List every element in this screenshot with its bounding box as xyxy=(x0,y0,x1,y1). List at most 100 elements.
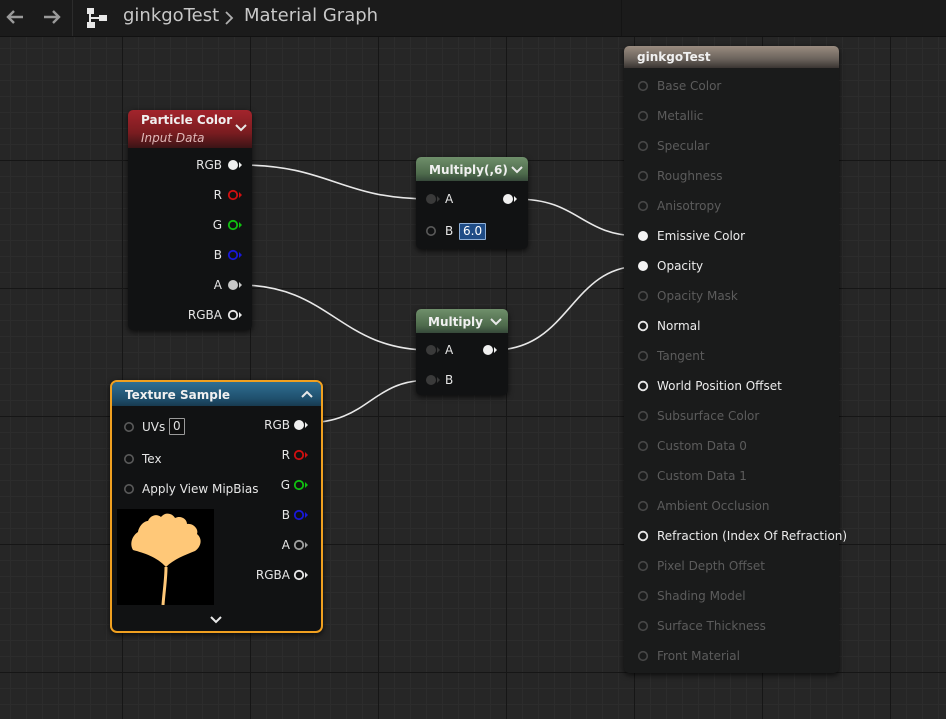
node-title: Particle Color xyxy=(141,113,233,127)
result-pin[interactable] xyxy=(637,470,649,482)
pin-output[interactable] xyxy=(502,193,518,205)
texture-sample-node[interactable]: Texture Sample UVs 0 Tex Apply View MipB… xyxy=(110,380,323,633)
result-pin-label: Opacity Mask xyxy=(657,289,738,303)
particle-color-node[interactable]: Particle Color Input Data RGB R G B A RG… xyxy=(128,110,252,330)
pin-output[interactable] xyxy=(482,344,498,356)
result-pin[interactable] xyxy=(637,620,649,632)
result-pin[interactable] xyxy=(637,560,649,572)
chevron-down-icon[interactable] xyxy=(511,165,523,175)
result-pin-label: Front Material xyxy=(657,649,740,663)
chevron-up-icon[interactable] xyxy=(301,389,313,399)
result-pin[interactable] xyxy=(637,110,649,122)
graph-toolbar: ginkgoTest Material Graph xyxy=(0,0,946,37)
pin-g-output[interactable] xyxy=(227,219,243,231)
result-pin-label: Specular xyxy=(657,139,710,153)
b-value-field[interactable]: 6.0 xyxy=(459,223,487,240)
pin-b-input[interactable] xyxy=(424,374,440,386)
pin-a-input[interactable] xyxy=(424,193,440,205)
result-pin-label: Refraction (Index Of Refraction) xyxy=(657,529,848,543)
result-pin[interactable] xyxy=(637,200,649,212)
pin-rgb-output[interactable] xyxy=(227,159,243,171)
result-pin[interactable] xyxy=(637,500,649,512)
pin-g-output[interactable] xyxy=(293,479,309,491)
result-pin-label: Emissive Color xyxy=(657,229,746,243)
hierarchy-icon[interactable] xyxy=(84,6,110,30)
result-pin-label: Opacity xyxy=(657,259,704,273)
pin-r-output[interactable] xyxy=(227,189,243,201)
pin-label-g: G xyxy=(212,218,222,232)
pin-label-rgb: RGB xyxy=(196,158,222,172)
multiply-6-node[interactable]: Multiply(,6) A B 6.0 xyxy=(416,157,528,249)
pin-uvs-input[interactable] xyxy=(122,421,136,433)
result-pin[interactable] xyxy=(637,350,649,362)
pin-label-b: B xyxy=(445,373,454,387)
pin-label-a: A xyxy=(445,192,454,206)
pin-a-output[interactable] xyxy=(227,279,243,291)
result-pin[interactable] xyxy=(637,320,649,332)
result-pin[interactable] xyxy=(637,410,649,422)
chevron-down-icon[interactable] xyxy=(235,123,247,133)
pin-label-b: B xyxy=(445,224,454,238)
result-pin-label: Metallic xyxy=(657,109,704,123)
uvs-value-field[interactable]: 0 xyxy=(169,418,185,435)
result-pin-label: Normal xyxy=(657,319,701,333)
pin-label-r: R xyxy=(213,188,222,202)
result-pin[interactable] xyxy=(637,170,649,182)
result-pin[interactable] xyxy=(637,140,649,152)
pin-label-uvs: UVs xyxy=(142,420,166,434)
result-pin-label: Ambient Occlusion xyxy=(657,499,770,513)
result-pin[interactable] xyxy=(637,650,649,662)
result-pin-label: Custom Data 0 xyxy=(657,439,747,453)
arrow-right-icon[interactable] xyxy=(40,6,64,28)
result-pin-label: Pixel Depth Offset xyxy=(657,559,765,573)
result-pin-label: Custom Data 1 xyxy=(657,469,747,483)
result-pin-label: Subsurface Color xyxy=(657,409,760,423)
node-title: Multiply xyxy=(428,315,483,329)
result-pin[interactable] xyxy=(637,380,649,392)
pin-label-b: B xyxy=(281,508,290,522)
pin-b-output[interactable] xyxy=(227,249,243,261)
pin-rgba-output[interactable] xyxy=(227,309,243,321)
result-pin-label: Surface Thickness xyxy=(657,619,766,633)
multiply-node[interactable]: Multiply A B xyxy=(416,309,508,395)
pin-label-rgba: RGBA xyxy=(255,568,290,582)
result-pin[interactable] xyxy=(637,590,649,602)
pin-a-output[interactable] xyxy=(293,539,309,551)
chevron-right-icon xyxy=(225,11,234,25)
material-result-node[interactable]: ginkgoTest Base Color Metallic Specular Rou… xyxy=(624,46,847,673)
result-pin-label: Tangent xyxy=(657,349,705,363)
texture-preview-image xyxy=(117,509,214,605)
arrow-left-icon[interactable] xyxy=(3,6,27,28)
pin-label-a: A xyxy=(445,343,454,357)
breadcrumb-asset[interactable]: ginkgoTest xyxy=(123,5,219,26)
result-pin-label: Shading Model xyxy=(657,589,746,603)
pin-label-r: R xyxy=(281,448,290,462)
result-pin[interactable] xyxy=(637,260,649,272)
node-title: Multiply(,6) xyxy=(429,163,508,177)
pin-r-output[interactable] xyxy=(293,449,309,461)
toolbar-divider xyxy=(621,0,622,36)
node-title: Texture Sample xyxy=(125,388,231,402)
pin-a-input[interactable] xyxy=(424,344,440,356)
pin-label-b: B xyxy=(213,248,222,262)
chevron-down-icon[interactable] xyxy=(490,317,502,327)
pin-label-rgb: RGB xyxy=(264,418,290,432)
pin-rgba-output[interactable] xyxy=(293,569,309,581)
toolbar-divider xyxy=(72,0,73,36)
pin-tex-input[interactable] xyxy=(122,453,136,465)
pin-b-input[interactable] xyxy=(424,225,440,237)
pin-b-output[interactable] xyxy=(293,509,309,521)
result-pin[interactable] xyxy=(637,440,649,452)
result-pin-label: Anisotropy xyxy=(657,199,722,213)
result-pin[interactable] xyxy=(637,530,649,542)
pin-rgb-output[interactable] xyxy=(293,419,309,431)
result-pin[interactable] xyxy=(637,80,649,92)
result-pin[interactable] xyxy=(637,230,649,242)
breadcrumb-graph[interactable]: Material Graph xyxy=(244,5,378,26)
pin-mipbias-input[interactable] xyxy=(122,483,136,495)
result-pin[interactable] xyxy=(637,290,649,302)
pin-label-g: G xyxy=(280,478,290,492)
chevron-down-icon[interactable] xyxy=(210,615,222,625)
pin-label-rgba: RGBA xyxy=(187,308,222,322)
pin-label-tex: Tex xyxy=(142,452,162,466)
